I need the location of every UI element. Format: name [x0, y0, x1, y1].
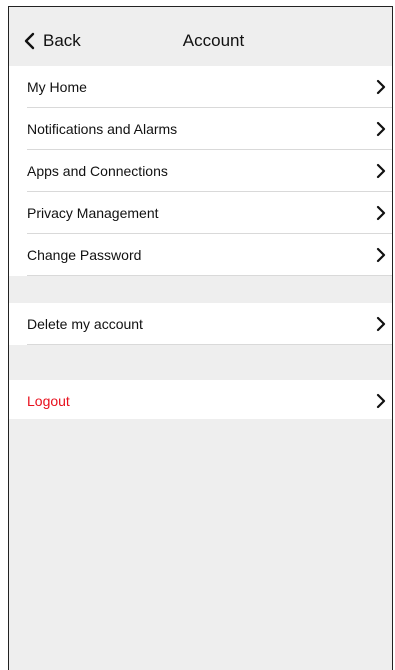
- menu-item-label: My Home: [27, 79, 87, 95]
- menu-item-change-password[interactable]: Change Password: [9, 234, 392, 276]
- menu-item-label: Delete my account: [27, 316, 143, 332]
- logout-label: Logout: [27, 393, 70, 409]
- menu-item-apps-and-connections[interactable]: Apps and Connections: [9, 150, 392, 192]
- delete-account-section: Delete my account: [9, 303, 392, 345]
- chevron-right-icon: [376, 247, 386, 263]
- menu-item-label: Change Password: [27, 247, 142, 263]
- chevron-right-icon: [376, 79, 386, 95]
- menu-item-label: Apps and Connections: [27, 163, 168, 179]
- menu-item-delete-account[interactable]: Delete my account: [9, 303, 392, 345]
- chevron-right-icon: [376, 121, 386, 137]
- chevron-right-icon: [376, 205, 386, 221]
- menu-item-logout[interactable]: Logout: [9, 380, 392, 422]
- app-screen: Back Account My Home Notifications and A…: [8, 6, 393, 670]
- menu-item-label: Notifications and Alarms: [27, 121, 178, 137]
- chevron-right-icon: [376, 163, 386, 179]
- menu-item-my-home[interactable]: My Home: [9, 66, 392, 108]
- empty-background: [9, 419, 392, 670]
- menu-item-privacy-management[interactable]: Privacy Management: [9, 192, 392, 234]
- page-title: Account: [182, 31, 245, 50]
- menu-item-notifications-and-alarms[interactable]: Notifications and Alarms: [9, 108, 392, 150]
- chevron-right-icon: [376, 393, 386, 409]
- menu-item-label: Privacy Management: [27, 205, 159, 221]
- chevron-right-icon: [376, 316, 386, 332]
- account-menu-list: My Home Notifications and Alarms Apps an…: [9, 66, 392, 276]
- nav-header: Back Account: [9, 7, 392, 63]
- logout-section: Logout: [9, 380, 392, 422]
